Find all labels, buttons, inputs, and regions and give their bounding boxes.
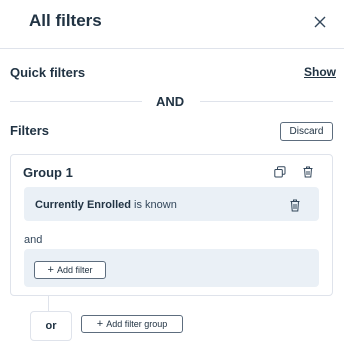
add-filter-group-button[interactable]: + Add filter group (81, 315, 183, 333)
or-connector: or (30, 311, 72, 341)
plus-icon: + (47, 264, 54, 276)
close-icon[interactable] (311, 13, 329, 31)
add-filter-button[interactable]: + Add filter (34, 261, 106, 279)
add-filter-group-label: Add filter group (106, 319, 168, 329)
show-quick-filters-link[interactable]: Show (304, 65, 336, 79)
plus-icon: + (96, 318, 104, 330)
trash-icon[interactable] (289, 199, 301, 212)
group-title: Group 1 (23, 165, 73, 180)
quick-filters-label: Quick filters (10, 65, 86, 80)
panel-title: All filters (29, 11, 102, 30)
divider-right (200, 101, 333, 102)
and-separator: AND (156, 94, 185, 109)
condition-operator: is known (134, 199, 177, 211)
discard-button[interactable]: Discard (280, 122, 333, 141)
add-filter-label: Add filter (56, 265, 93, 275)
condition-property: Currently Enrolled (35, 199, 131, 211)
divider-left (10, 101, 142, 102)
filters-label: Filters (10, 123, 50, 138)
condition-connector: and (24, 234, 43, 246)
copy-icon[interactable] (274, 165, 286, 178)
trash-icon[interactable] (302, 165, 314, 178)
connector-line (48, 295, 49, 311)
condition-text: Currently Enrolled is known (35, 199, 177, 211)
